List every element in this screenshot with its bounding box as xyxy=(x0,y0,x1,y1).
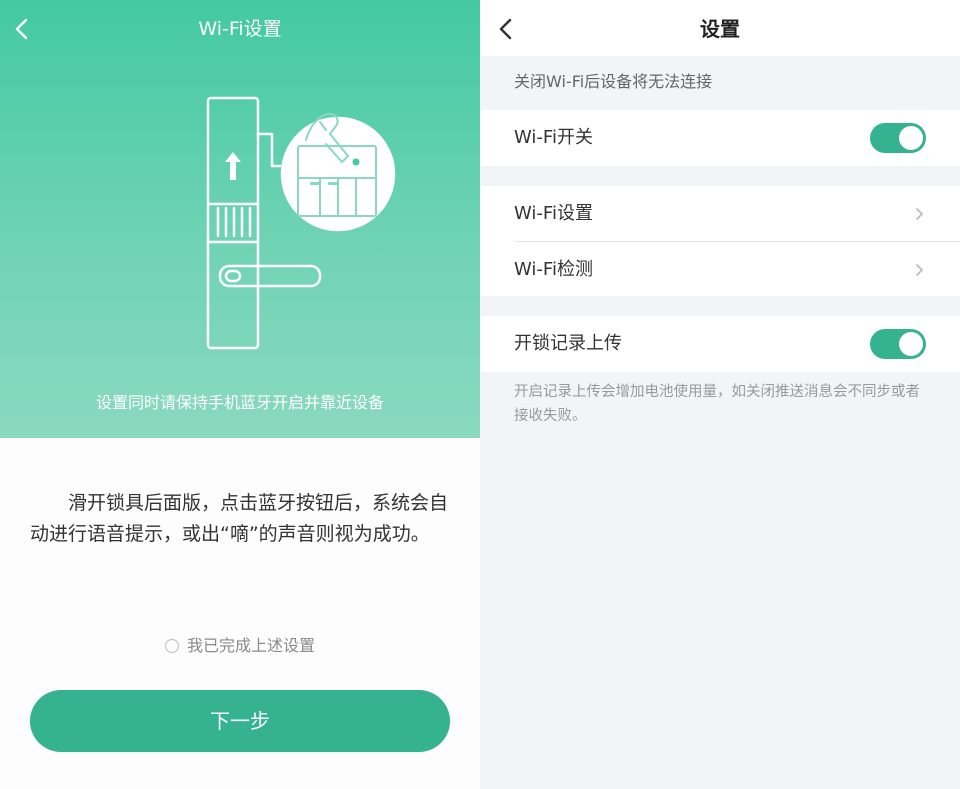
wifi-note: 关闭Wi-Fi后设备将无法连接 xyxy=(514,72,713,91)
upload-description: 开启记录上传会增加电池使用量，如关闭推送消息会不同步或者接收失败。 xyxy=(514,384,920,424)
wifi-detect-item[interactable]: Wi-Fi检测 xyxy=(514,258,593,282)
settings-header: 设置 xyxy=(480,0,960,56)
next-step-button[interactable]: 下一步 xyxy=(30,690,450,752)
door-lock-illustration xyxy=(206,96,396,350)
toggle-knob xyxy=(899,332,923,356)
page-title: 设置 xyxy=(700,17,740,41)
chevron-right-icon xyxy=(916,264,923,276)
page-title: Wi-Fi设置 xyxy=(198,18,282,40)
hero-caption: 设置同时请保持手机蓝牙开启并靠近设备 xyxy=(95,393,384,412)
settings-screen: 设置 关闭Wi-Fi后设备将无法连接 Wi-Fi开关 Wi-Fi设置 Wi-Fi… xyxy=(480,0,960,789)
wifi-switch-row: Wi-Fi开关 xyxy=(480,110,960,166)
unlock-record-row: 开锁记录上传 xyxy=(480,316,960,372)
unlock-record-toggle[interactable] xyxy=(870,329,926,359)
wifi-settings-item[interactable]: Wi-Fi设置 xyxy=(514,202,593,226)
unlock-record-label: 开锁记录上传 xyxy=(514,333,622,354)
radio-circle-icon[interactable] xyxy=(164,639,179,653)
wifi-setup-screen: Wi-Fi设置 设置同时请保持手机蓝牙开启并靠近设备 滑开锁具后面版，点击蓝牙按… xyxy=(0,0,480,789)
confirm-label: 我已完成上述设置 xyxy=(186,636,315,655)
toggle-knob xyxy=(899,126,923,150)
instruction-text: 滑开锁具后面版，点击蓝牙按钮后，系统会自动进行语音提示，或出“嘀”的声音则视为成… xyxy=(30,492,449,545)
wifi-switch-label: Wi-Fi开关 xyxy=(514,127,593,148)
divider xyxy=(514,241,960,242)
hero-banner: Wi-Fi设置 设置同时请保持手机蓝牙开启并靠近设备 xyxy=(0,0,480,438)
chevron-right-icon xyxy=(916,208,923,220)
wifi-options-group: Wi-Fi设置 Wi-Fi检测 xyxy=(480,186,960,296)
wifi-toggle[interactable] xyxy=(870,123,926,153)
confirm-checkbox[interactable]: 我已完成上述设置 xyxy=(0,634,480,658)
